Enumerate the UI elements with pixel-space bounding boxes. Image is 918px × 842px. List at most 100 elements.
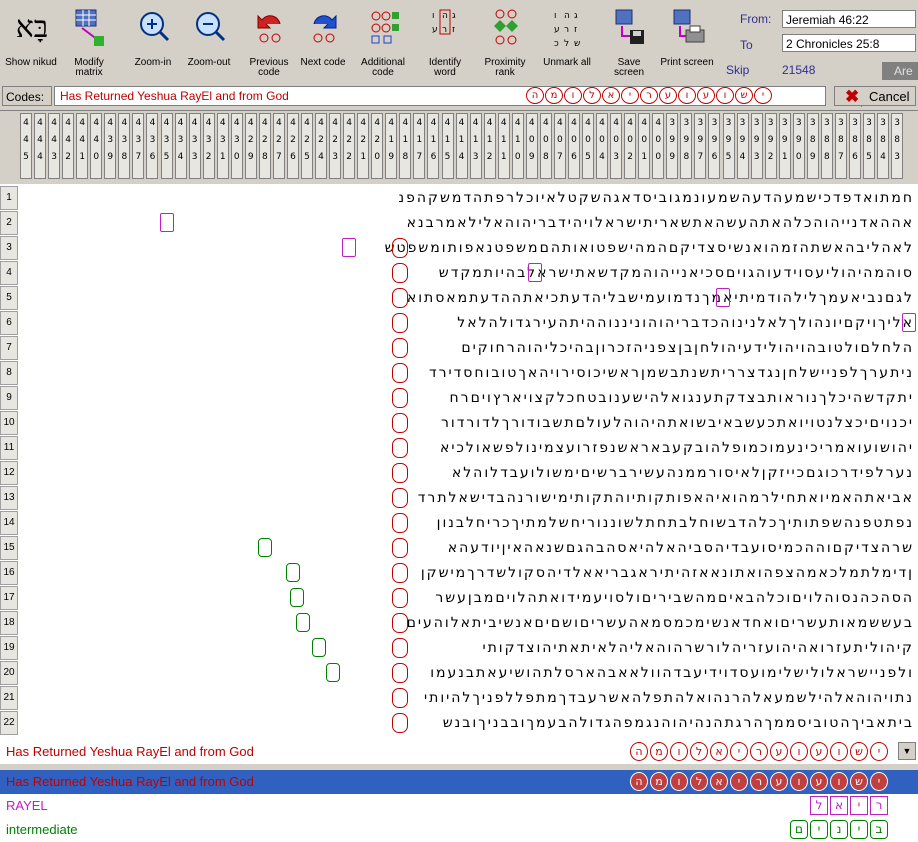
column-header[interactable]: 4 2 9 xyxy=(244,113,257,179)
column-header[interactable]: 3 8 3 xyxy=(891,113,904,179)
column-header[interactable]: 4 1 4 xyxy=(455,113,468,179)
matrix-row[interactable]: יכנויםיכצלנטויואתכעשבאיבשואתהיהוהלעולםתש… xyxy=(20,411,914,435)
row-number[interactable]: 20 xyxy=(0,661,18,685)
column-header[interactable]: 3 8 5 xyxy=(863,113,875,179)
column-header[interactable]: 4 1 0 xyxy=(511,113,524,179)
column-header[interactable]: 4 3 7 xyxy=(132,113,145,179)
column-header[interactable]: 4 0 6 xyxy=(567,113,580,179)
column-header[interactable]: 3 9 7 xyxy=(694,113,707,179)
column-header[interactable]: 4 2 1 xyxy=(357,113,370,179)
from-field[interactable]: Jeremiah 46:22 xyxy=(782,10,916,28)
unmark-all-button[interactable]: והג ערז כלש Unmark all xyxy=(540,2,594,82)
row-number[interactable]: 3 xyxy=(0,236,18,260)
row-number[interactable]: 7 xyxy=(0,336,18,360)
save-screen-button[interactable]: Save screen xyxy=(602,2,656,82)
column-header[interactable]: 4 3 4 xyxy=(174,113,187,179)
column-header[interactable]: 3 9 0 xyxy=(792,113,805,179)
column-header[interactable]: 4 0 5 xyxy=(582,113,594,179)
column-header[interactable]: 4 4 5 xyxy=(20,113,32,179)
matrix-row[interactable]: הלחלםולטובהויהולידעיהולחןבןצפניהזכרוןבהי… xyxy=(20,336,914,360)
row-number[interactable]: 21 xyxy=(0,686,18,710)
row-number[interactable]: 15 xyxy=(0,536,18,560)
column-header[interactable]: 4 3 6 xyxy=(146,113,159,179)
column-header[interactable]: 4 2 4 xyxy=(315,113,328,179)
matrix-row[interactable]: אליךויקםיונהולךלאלנינוהכדבריהוהוניננוההי… xyxy=(20,311,914,335)
column-header[interactable]: 3 8 9 xyxy=(806,113,819,179)
matrix-row[interactable]: חמתואדפדכישמעהדעהשמעונמגוביסדאגהשקטלאיוכ… xyxy=(20,186,914,210)
column-header[interactable]: 4 2 0 xyxy=(371,113,384,179)
matrix-row[interactable]: אההאדנייהוהכלהאתהעשהאתשאריתישראלויהידברי… xyxy=(20,211,914,235)
row-number[interactable]: 9 xyxy=(0,386,18,410)
column-header[interactable]: 3 9 4 xyxy=(736,113,749,179)
column-header[interactable]: 4 3 1 xyxy=(216,113,229,179)
column-header[interactable]: 4 2 3 xyxy=(329,113,342,179)
row-number[interactable]: 11 xyxy=(0,436,18,460)
row-number[interactable]: 8 xyxy=(0,361,18,385)
matrix-row[interactable]: סוהמהיהוליעסוידעוהגויםסכיאנייהוהמקדשאתיש… xyxy=(20,261,914,285)
matrix-row[interactable]: לאהליבהאשתהזמהואנשיסצדיקםהמהישפטואותהםמש… xyxy=(20,236,914,260)
column-header[interactable]: 4 0 7 xyxy=(553,113,566,179)
row-number[interactable]: 14 xyxy=(0,511,18,535)
column-header[interactable]: 4 1 3 xyxy=(469,113,482,179)
row-number[interactable]: 17 xyxy=(0,586,18,610)
column-header[interactable]: 4 1 8 xyxy=(399,113,412,179)
matrix-row[interactable]: אביאתהאמיואתחילרמהואיהאפותקותיוהתקותימיש… xyxy=(20,486,914,510)
row-number[interactable]: 13 xyxy=(0,486,18,510)
column-header[interactable]: 3 9 2 xyxy=(764,113,777,179)
row-number[interactable]: 1 xyxy=(0,186,18,210)
column-header[interactable]: 3 9 5 xyxy=(722,113,735,179)
column-header[interactable]: 4 4 2 xyxy=(62,113,75,179)
column-header[interactable]: 4 4 1 xyxy=(76,113,89,179)
column-header[interactable]: 3 8 6 xyxy=(848,113,861,179)
matrix-row[interactable]: נפתטפנהשפתותיךכלהדבשוחלבתחתלשוננוריחשלמת… xyxy=(20,511,914,535)
matrix-row[interactable]: לגםנביאעמךלילהודמיתיאמךנדמועמישבליהדעתכי… xyxy=(20,286,914,310)
column-header[interactable]: 4 2 7 xyxy=(272,113,285,179)
previous-code-button[interactable]: Previous code xyxy=(242,2,296,82)
column-header[interactable]: 4 0 8 xyxy=(539,113,552,179)
column-header[interactable]: 4 1 1 xyxy=(497,113,510,179)
matrix-row[interactable]: ולפניישראלולישלימועסדוידיעבדהוולאאבהארסל… xyxy=(20,661,914,685)
zoom-out-button[interactable]: Zoom-out xyxy=(182,2,236,82)
column-header[interactable]: 4 2 8 xyxy=(258,113,271,179)
column-header[interactable]: 3 8 7 xyxy=(834,113,847,179)
matrix-row[interactable]: נערלפידרכוגםכייזקןלאיסורממנהעשירברשיםימש… xyxy=(20,461,914,485)
column-header[interactable]: 4 3 3 xyxy=(188,113,201,179)
modify-matrix-button[interactable]: Modify matrix xyxy=(62,2,116,82)
row-number[interactable]: 10 xyxy=(0,411,18,435)
proximity-rank-button[interactable]: Proximity rank xyxy=(478,2,532,82)
column-header[interactable]: 4 3 9 xyxy=(104,113,117,179)
cancel-button[interactable]: ✖ Cancel xyxy=(834,86,916,106)
column-header[interactable]: 3 8 4 xyxy=(877,113,890,179)
row-number[interactable]: 12 xyxy=(0,461,18,485)
matrix-row[interactable]: ניתערךלפניישלחןנגדצרריתשנתבשמןראשיכוסירו… xyxy=(20,361,914,385)
are-panel[interactable]: Are xyxy=(882,62,918,80)
row-number[interactable]: 16 xyxy=(0,561,18,585)
matrix-row[interactable]: יהושועואמריכינעמוכמופלהובקעבאראשנפזרועצמ… xyxy=(20,436,914,460)
column-header[interactable]: 4 0 4 xyxy=(596,113,609,179)
result-row[interactable]: intermediate בינים xyxy=(0,818,918,842)
column-header[interactable]: 4 0 9 xyxy=(525,113,538,179)
column-header[interactable]: 3 9 3 xyxy=(750,113,763,179)
codes-dropdown[interactable]: Has Returned Yeshua RayEl and from God י… xyxy=(54,86,880,107)
zoom-in-button[interactable]: Zoom-in xyxy=(126,2,180,82)
column-header[interactable]: 3 9 1 xyxy=(778,113,791,179)
result-row[interactable]: Has Returned Yeshua RayEl and from God י… xyxy=(0,740,918,764)
column-header[interactable]: 4 2 2 xyxy=(343,113,356,179)
row-number[interactable]: 5 xyxy=(0,286,18,310)
row-number[interactable]: 18 xyxy=(0,611,18,635)
column-header[interactable]: 4 0 1 xyxy=(638,113,651,179)
row-number[interactable]: 2 xyxy=(0,211,18,235)
column-header[interactable]: 3 8 8 xyxy=(820,113,833,179)
column-header[interactable]: 3 9 6 xyxy=(708,113,721,179)
matrix-row[interactable]: בעששמאותעשריםואחדאנשימכמסמאהעשריםושםיםאנ… xyxy=(20,611,914,635)
matrix-row[interactable]: הסהכהנסוהלויםוכלהבאיםמהשביריםולסויעמידוא… xyxy=(20,586,914,610)
matrix-row[interactable]: יתקדשהיכלךנוראותבצדקתענגואלהישענובטחכלקצ… xyxy=(20,386,914,410)
row-number[interactable]: 4 xyxy=(0,261,18,285)
matrix-row[interactable]: ןדימלתמלכאמהצפהואתונאאזהיתיראגבריאאלדיהס… xyxy=(20,561,914,585)
column-header[interactable]: 4 3 8 xyxy=(118,113,131,179)
matrix-row[interactable]: ביתאביךהטוביסממךהרגתהנהיהוהנגמפהגדולהבעמ… xyxy=(20,711,914,735)
column-header[interactable]: 4 2 6 xyxy=(286,113,299,179)
next-code-button[interactable]: Next code xyxy=(296,2,350,82)
column-header[interactable]: 4 0 3 xyxy=(610,113,623,179)
column-header[interactable]: 4 0 2 xyxy=(624,113,637,179)
